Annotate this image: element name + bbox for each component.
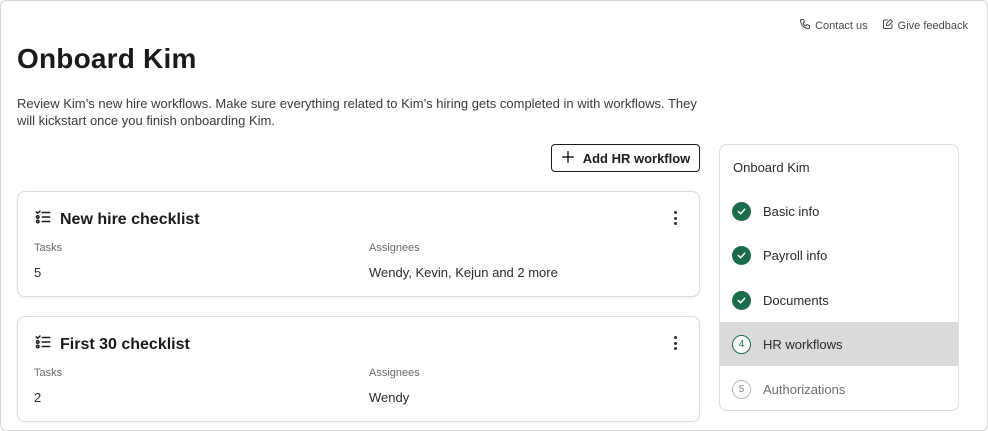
give-feedback-link[interactable]: Give feedback <box>882 18 968 33</box>
page-description: Review Kim’s new hire workflows. Make su… <box>17 96 697 128</box>
step-basic-info[interactable]: Basic info <box>720 189 958 233</box>
tasks-label: Tasks <box>34 367 63 379</box>
checklist-icon <box>34 208 52 231</box>
workflow-card: New hire checklist Tasks 5 Assignees Wen… <box>17 191 700 297</box>
workflow-title: First 30 checklist <box>60 335 190 353</box>
more-vertical-icon[interactable] <box>671 336 679 350</box>
step-documents[interactable]: Documents <box>720 278 958 322</box>
contact-us-label: Contact us <box>815 19 868 32</box>
stepper-title: Onboard Kim <box>733 160 810 175</box>
workflow-card: First 30 checklist Tasks 2 Assignees Wen… <box>17 316 700 422</box>
plus-icon <box>561 150 575 167</box>
onboarding-stepper: Onboard Kim Basic info Payroll info Docu… <box>719 144 959 411</box>
assignees-value: Wendy, Kevin, Kejun and 2 more <box>369 265 558 280</box>
assignees-column: Assignees Wendy <box>369 367 420 405</box>
top-links: Contact us Give feedback <box>799 18 968 33</box>
workflow-card-header: New hire checklist <box>34 208 200 231</box>
checklist-icon <box>34 333 52 356</box>
page-title: Onboard Kim <box>17 43 197 74</box>
step-authorizations[interactable]: 5 Authorizations <box>720 367 958 410</box>
phone-icon <box>799 18 811 33</box>
step-label: Authorizations <box>763 381 846 397</box>
assignees-label: Assignees <box>369 367 420 379</box>
step-payroll-info[interactable]: Payroll info <box>720 233 958 277</box>
add-hr-workflow-button[interactable]: Add HR workflow <box>551 144 700 172</box>
step-label: HR workflows <box>763 336 843 352</box>
assignees-value: Wendy <box>369 390 410 405</box>
tasks-value: 5 <box>34 265 42 280</box>
step-label: Payroll info <box>763 247 828 263</box>
add-hr-workflow-label: Add HR workflow <box>582 150 691 166</box>
give-feedback-label: Give feedback <box>897 19 968 32</box>
step-number-badge: 5 <box>732 379 751 399</box>
step-label: Basic info <box>763 203 820 219</box>
tasks-column: Tasks 2 <box>34 367 62 405</box>
feedback-icon <box>882 18 894 33</box>
assignees-label: Assignees <box>369 242 420 254</box>
assignees-column: Assignees Wendy, Kevin, Kejun and 2 more <box>369 242 558 280</box>
tasks-label: Tasks <box>34 242 63 254</box>
workflow-title: New hire checklist <box>60 210 200 228</box>
step-number-badge: 4 <box>732 334 751 354</box>
tasks-value: 2 <box>34 390 42 405</box>
workflow-card-header: First 30 checklist <box>34 333 190 356</box>
step-label: Documents <box>763 292 829 308</box>
contact-us-link[interactable]: Contact us <box>799 18 868 33</box>
tasks-column: Tasks 5 <box>34 242 62 280</box>
step-hr-workflows[interactable]: 4 HR workflows <box>720 322 958 366</box>
check-icon <box>732 245 751 265</box>
more-vertical-icon[interactable] <box>671 211 679 225</box>
check-icon <box>732 201 751 221</box>
check-icon <box>732 290 751 310</box>
onboarding-page: Contact us Give feedback Onboard Kim Rev… <box>0 0 988 431</box>
